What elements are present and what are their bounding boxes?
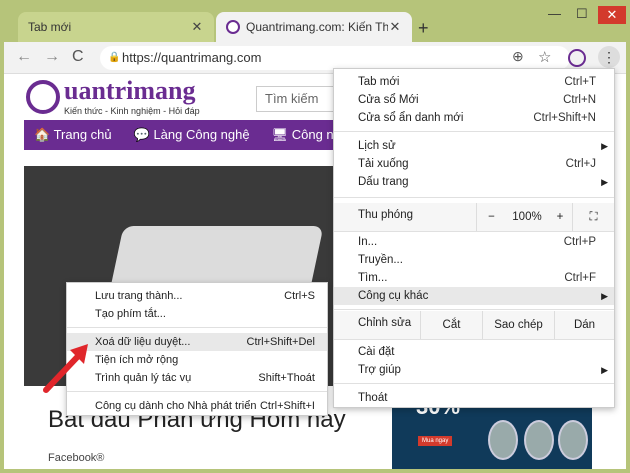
tab-quantrimang[interactable]: Quantrimang.com: Kiến Thức Cô ✕ (216, 12, 412, 42)
menu-divider (334, 131, 614, 132)
menu-help[interactable]: Trợ giúp ▶ (334, 361, 614, 379)
extension-icon[interactable] (568, 49, 586, 67)
forward-button[interactable]: → (44, 48, 60, 66)
logo-bulb-icon (26, 80, 60, 114)
menu-cast[interactable]: Truyền... (334, 251, 614, 269)
site-search-input[interactable]: Tìm kiếm (256, 86, 336, 112)
chevron-right-icon: ▶ (601, 291, 608, 301)
menu-find[interactable]: Tìm... Ctrl+F (334, 269, 614, 287)
menu-divider (334, 231, 614, 232)
menu-new-window[interactable]: Cửa sổ Mới Ctrl+N (334, 91, 614, 109)
watch-image (488, 420, 518, 460)
nav-lang-cong-nghe[interactable]: 💬 Làng Công nghệ (134, 127, 250, 143)
cut-button[interactable]: Cắt (420, 311, 482, 339)
menu-zoom-row: Thu phóng − 100% + ⛶ (334, 203, 614, 231)
edit-label: Chỉnh sửa (358, 317, 412, 329)
url-text: https://quantrimang.com (122, 50, 262, 65)
bookmark-star-icon[interactable]: ☆ (538, 48, 551, 66)
menu-new-tab[interactable]: Tab mới Ctrl+T (334, 73, 614, 91)
fullscreen-icon[interactable]: ⛶ (572, 203, 614, 231)
tab-title: Tab mới (28, 20, 72, 34)
browser-window: Tab mới ✕ Quantrimang.com: Kiến Thức Cô … (0, 0, 630, 473)
reload-button[interactable]: C (72, 48, 84, 66)
menu-divider (334, 383, 614, 384)
menu-divider (67, 391, 327, 392)
menu-bookmarks[interactable]: Dấu trang ▶ (334, 173, 614, 191)
tab-title: Quantrimang.com: Kiến Thức Cô (246, 20, 388, 34)
menu-settings[interactable]: Cài đặt (334, 343, 614, 361)
window-close-button[interactable]: ✕ (598, 6, 626, 24)
watch-image (558, 420, 588, 460)
menu-history[interactable]: Lịch sử ▶ (334, 137, 614, 155)
ad-buy-button[interactable]: Mua ngay (418, 436, 453, 446)
more-tools-submenu: Lưu trang thành... Ctrl+S Tạo phím tắt...… (66, 282, 328, 416)
nav-home[interactable]: 🏠 Trang chủ (34, 127, 112, 143)
submenu-create-shortcut[interactable]: Tạo phím tắt... (67, 305, 327, 323)
menu-edit-row: Chỉnh sửa Cắt Sao chép Dán (334, 311, 614, 339)
address-bar[interactable]: 🔒 https://quantrimang.com (100, 46, 570, 70)
copy-button[interactable]: Sao chép (482, 311, 554, 339)
menu-kebab-icon[interactable]: ⋮ (598, 46, 620, 68)
site-nav: 🏠 Trang chủ 💬 Làng Công nghệ 🖥 Công nghệ (24, 120, 355, 150)
submenu-extensions[interactable]: Tiện ích mở rộng (67, 351, 327, 369)
menu-downloads[interactable]: Tải xuống Ctrl+J (334, 155, 614, 173)
submenu-developer-tools[interactable]: Công cụ dành cho Nhà phát triển Ctrl+Shif… (67, 397, 327, 415)
menu-divider (67, 327, 327, 328)
menu-more-tools[interactable]: Công cụ khác ▶ (334, 287, 614, 305)
chrome-main-menu: Tab mới Ctrl+T Cửa sổ Mới Ctrl+N Cửa sổ ẩn… (333, 68, 615, 408)
menu-exit[interactable]: Thoát (334, 389, 614, 407)
minimize-button[interactable]: — (548, 6, 561, 21)
zoom-label: Thu phóng (358, 209, 413, 221)
submenu-task-manager[interactable]: Trình quản lý tác vụ Shift+Thoát (67, 369, 327, 387)
paste-button[interactable]: Dán (554, 311, 614, 339)
zoom-in-button[interactable]: + (548, 203, 572, 231)
submenu-save-page[interactable]: Lưu trang thành... Ctrl+S (67, 287, 327, 305)
zoom-out-button[interactable]: − (476, 203, 506, 231)
watch-image (524, 420, 554, 460)
submenu-clear-browsing-data[interactable]: Xoá dữ liệu duyệt... Ctrl+Shift+Del (67, 333, 327, 351)
menu-divider (334, 197, 614, 198)
new-tab-button[interactable]: + (418, 18, 429, 39)
lock-icon: 🔒 (108, 52, 121, 63)
maximize-button[interactable]: ☐ (576, 6, 588, 22)
close-icon[interactable]: ✕ (190, 19, 204, 35)
back-button[interactable]: ← (16, 48, 32, 66)
menu-divider (334, 309, 614, 310)
chevron-right-icon: ▶ (601, 365, 608, 375)
site-logo[interactable]: uantrimang Kiến thức - Kinh nghiệm - Hỏi… (24, 76, 224, 120)
red-arrow-icon (43, 344, 88, 393)
menu-print[interactable]: In... Ctrl+P (334, 233, 614, 251)
favicon-icon (226, 20, 240, 34)
chevron-right-icon: ▶ (601, 141, 608, 151)
chevron-right-icon: ▶ (601, 177, 608, 187)
menu-incognito[interactable]: Cửa sổ ẩn danh mới Ctrl+Shift+N (334, 109, 614, 127)
zoom-level: 100% (512, 211, 542, 223)
tab-bar: Tab mới ✕ Quantrimang.com: Kiến Thức Cô … (4, 4, 626, 42)
tab-new[interactable]: Tab mới ✕ (18, 12, 214, 42)
zoom-icon[interactable]: ⊕ (512, 48, 524, 65)
facebook-label: Facebook® (48, 452, 105, 464)
close-icon[interactable]: ✕ (388, 19, 402, 35)
menu-divider (334, 339, 614, 340)
